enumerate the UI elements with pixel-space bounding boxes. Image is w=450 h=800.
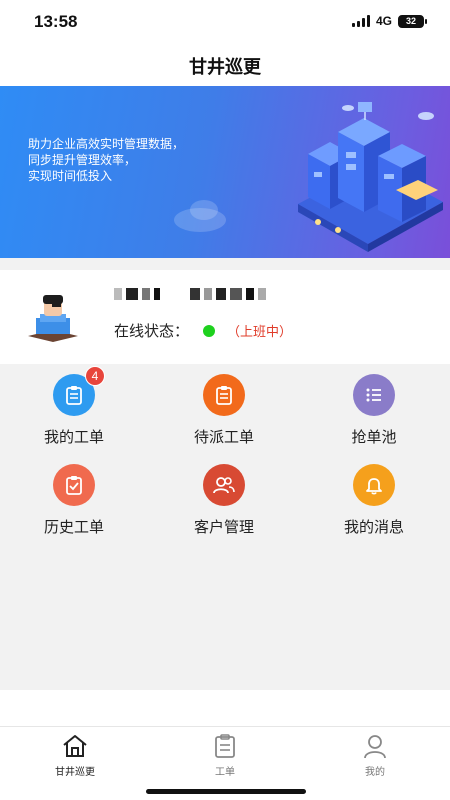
banner-line: 同步提升管理效率，: [28, 153, 137, 167]
spacer: [0, 690, 450, 726]
online-status: 在线状态： （上班中）: [114, 320, 292, 341]
status-label: 在线状态：: [114, 322, 190, 340]
home-icon: [63, 735, 87, 757]
tab-home[interactable]: 甘井巡更: [25, 733, 125, 778]
menu-pending-orders[interactable]: 待派工单: [164, 374, 284, 447]
banner-text: 助力企业高效实时管理数据， 同步提升管理效率， 实现时间低投入: [28, 136, 184, 184]
clipboard-icon: [203, 374, 245, 416]
users-icon: [203, 464, 245, 506]
battery-icon: 32: [398, 14, 427, 28]
clipboard-check-icon: [53, 464, 95, 506]
menu-history-orders[interactable]: 历史工单: [14, 464, 134, 537]
network-label: 4G: [375, 14, 392, 28]
section-divider: [0, 258, 450, 270]
menu-customer-management[interactable]: 客户管理: [164, 464, 284, 537]
status-icons: 4G 32: [351, 14, 427, 28]
menu-my-messages[interactable]: 我的消息: [314, 464, 434, 537]
menu-order-pool[interactable]: 抢单池: [314, 374, 434, 447]
menu-grid: 4 我的工单 待派工单 抢单池 历史工单 客户管理 我的消息: [0, 364, 450, 690]
unread-badge: 4: [85, 366, 105, 386]
title-bar: 甘井巡更: [0, 44, 450, 88]
menu-label: 我的消息: [343, 518, 404, 536]
online-dot-icon: [203, 324, 216, 337]
signal-icon: [351, 15, 370, 27]
tab-label: 工单: [215, 767, 235, 778]
menu-label: 历史工单: [43, 518, 104, 536]
status-time: 13:58: [34, 12, 78, 31]
user-card: 在线状态： （上班中）: [0, 270, 450, 364]
menu-label: 待派工单: [193, 428, 254, 446]
avatar: [28, 295, 78, 342]
menu-label: 我的工单: [43, 428, 104, 446]
home-indicator: [146, 789, 306, 794]
bell-icon: [353, 464, 395, 506]
list-icon: [353, 374, 395, 416]
tab-orders[interactable]: 工单: [175, 733, 275, 778]
tab-label: 我的: [365, 767, 385, 778]
person-icon: [364, 735, 386, 759]
banner-line: 实现时间低投入: [28, 169, 113, 183]
battery-level: 32: [405, 16, 416, 26]
menu-label: 抢单池: [351, 428, 397, 446]
cloud-decoration: [174, 200, 226, 232]
status-value: （上班中）: [227, 325, 293, 340]
user-name-redacted: [114, 288, 266, 300]
menu-label: 客户管理: [193, 518, 254, 536]
status-bar: 13:58 4G 32: [0, 0, 450, 44]
banner-line: 助力企业高效实时管理数据，: [28, 137, 185, 151]
menu-my-orders[interactable]: 4 我的工单: [14, 366, 134, 447]
isometric-city-illustration: [298, 102, 443, 252]
banner[interactable]: 助力企业高效实时管理数据， 同步提升管理效率， 实现时间低投入: [0, 86, 450, 258]
clipboard-icon: [215, 734, 235, 758]
tab-profile[interactable]: 我的: [325, 733, 425, 778]
clipboard-icon: 4: [53, 366, 105, 416]
tab-label: 甘井巡更: [55, 767, 95, 778]
page-title: 甘井巡更: [189, 57, 261, 78]
